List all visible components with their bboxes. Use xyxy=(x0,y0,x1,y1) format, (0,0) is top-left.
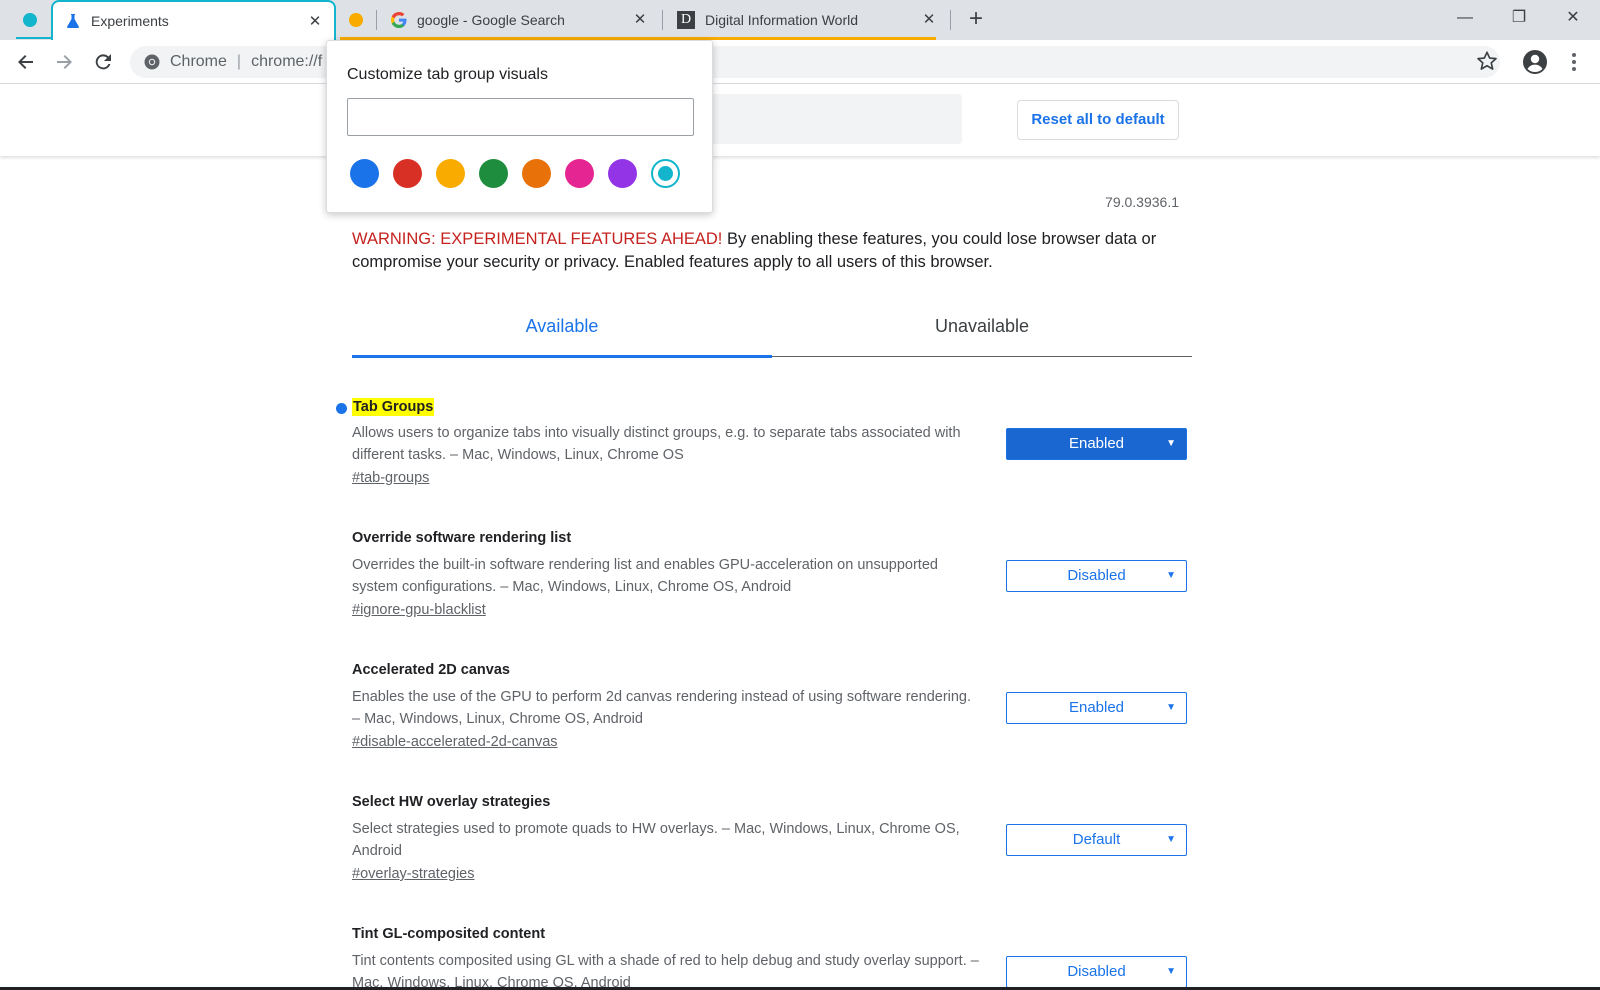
group-name-input[interactable] xyxy=(347,98,694,136)
window-close-button[interactable]: ✕ xyxy=(1558,6,1588,30)
flag-tint-gl-composited: Tint GL-composited content Tint contents… xyxy=(352,926,1192,987)
close-tab-icon[interactable]: ✕ xyxy=(631,11,649,29)
google-g-icon xyxy=(391,12,407,28)
flag-description: Tint contents composited using GL with a… xyxy=(352,953,979,987)
color-swatch-pink[interactable] xyxy=(565,159,594,188)
flags-header: Reset all to default xyxy=(0,84,1600,156)
flag-state-select[interactable]: Enabled ▼ xyxy=(1006,692,1187,724)
flag-description: Allows users to organize tabs into visua… xyxy=(352,425,961,463)
omnibox-url[interactable]: chrome://f xyxy=(251,53,322,71)
flask-icon xyxy=(67,14,79,28)
tab-experiments[interactable]: Experiments ✕ xyxy=(51,0,336,40)
tab-title: Digital Information World xyxy=(705,12,859,28)
popup-title: Customize tab group visuals xyxy=(347,66,548,83)
color-swatch-yellow[interactable] xyxy=(436,159,465,188)
flag-name: Override software rendering list xyxy=(352,530,572,546)
flag-name: Tint GL-composited content xyxy=(352,926,546,942)
tab-unavailable[interactable]: Unavailable xyxy=(772,316,1192,337)
flag-name: Accelerated 2D canvas xyxy=(352,662,510,678)
flag-anchor-link[interactable]: #disable-accelerated-2d-canvas xyxy=(352,734,558,750)
flag-state-select[interactable]: Disabled ▼ xyxy=(1006,956,1187,987)
close-tab-icon[interactable]: ✕ xyxy=(920,11,938,29)
tab-group-underline-cyan xyxy=(16,37,52,39)
more-menu-icon[interactable] xyxy=(1566,50,1582,74)
profile-avatar-icon[interactable] xyxy=(1522,49,1548,75)
tab-separator xyxy=(950,10,951,30)
tab-strip: Experiments ✕ google - Google Search ✕ D… xyxy=(0,0,1600,40)
tab-group-dot-cyan[interactable] xyxy=(23,13,37,27)
select-value: Disabled xyxy=(1067,567,1126,584)
flag-hw-overlay-strategies: Select HW overlay strategies Select stra… xyxy=(352,794,1192,904)
bookmark-star-icon[interactable] xyxy=(1476,50,1498,72)
flag-name: Tab Groups xyxy=(352,398,435,416)
new-tab-button[interactable]: + xyxy=(964,7,988,32)
flag-accelerated-2d-canvas: Accelerated 2D canvas Enables the use of… xyxy=(352,662,1192,772)
tab-available[interactable]: Available xyxy=(352,316,772,337)
select-value: Disabled xyxy=(1067,963,1126,980)
flag-tab-groups: Tab Groups Allows users to organize tabs… xyxy=(352,398,1192,508)
flag-state-select[interactable]: Enabled ▼ xyxy=(1006,428,1187,460)
letter-d-icon: D xyxy=(677,11,695,29)
flags-tabs: Available Unavailable xyxy=(352,300,1192,358)
tab-digital-information-world[interactable]: D Digital Information World ✕ xyxy=(663,0,948,40)
color-swatch-blue[interactable] xyxy=(350,159,379,188)
tab-group-editor-popup: Customize tab group visuals xyxy=(326,40,713,213)
close-tab-icon[interactable]: ✕ xyxy=(306,13,324,31)
select-value: Enabled xyxy=(1068,435,1125,452)
select-value: Default xyxy=(1072,831,1121,848)
flag-override-software-rendering: Override software rendering list Overrid… xyxy=(352,530,1192,640)
color-swatch-green[interactable] xyxy=(479,159,508,188)
tab-title: Experiments xyxy=(91,13,169,29)
flag-anchor-link[interactable]: #tab-groups xyxy=(352,470,429,486)
browser-toolbar: Chrome | chrome://f xyxy=(0,40,1600,84)
flag-description: Select strategies used to promote quads … xyxy=(352,821,960,859)
flag-anchor-link[interactable]: #ignore-gpu-blacklist xyxy=(352,602,486,618)
chevron-down-icon: ▼ xyxy=(1166,570,1176,581)
modified-flag-dot xyxy=(336,403,347,414)
chevron-down-icon: ▼ xyxy=(1166,834,1176,845)
warning-message: WARNING: EXPERIMENTAL FEATURES AHEAD! By… xyxy=(352,228,1172,274)
active-tab-indicator xyxy=(352,355,772,358)
flag-state-select[interactable]: Default ▼ xyxy=(1006,824,1187,856)
chevron-down-icon: ▼ xyxy=(1166,438,1176,449)
arrow-right-icon xyxy=(57,55,72,69)
color-swatch-purple[interactable] xyxy=(608,159,637,188)
reset-all-button[interactable]: Reset all to default xyxy=(1017,100,1179,140)
chevron-down-icon: ▼ xyxy=(1166,702,1176,713)
color-swatch-orange[interactable] xyxy=(522,159,551,188)
flag-name: Select HW overlay strategies xyxy=(352,794,551,810)
chrome-version: 79.0.3936.1 xyxy=(1105,194,1179,210)
maximize-button[interactable]: ❐ xyxy=(1504,6,1534,30)
flag-description: Overrides the built-in software renderin… xyxy=(352,557,938,595)
reload-button[interactable] xyxy=(91,50,115,74)
tab-google-search[interactable]: google - Google Search ✕ xyxy=(377,0,659,40)
tab-group-dot-yellow[interactable] xyxy=(349,13,363,27)
omnibox-separator: | xyxy=(236,53,242,70)
warning-strong: WARNING: EXPERIMENTAL FEATURES AHEAD! xyxy=(352,230,723,248)
flag-anchor-link[interactable]: #overlay-strategies xyxy=(352,866,475,882)
minimize-button[interactable]: — xyxy=(1450,6,1480,30)
reload-icon xyxy=(95,54,111,70)
omnibox-chip-label: Chrome xyxy=(170,53,227,70)
tab-title: google - Google Search xyxy=(417,12,565,28)
color-swatch-red[interactable] xyxy=(393,159,422,188)
flag-state-select[interactable]: Disabled ▼ xyxy=(1006,560,1187,592)
back-button[interactable] xyxy=(14,50,38,74)
color-swatch-cyan[interactable] xyxy=(651,159,680,188)
chrome-logo-icon xyxy=(144,54,160,70)
arrow-left-icon xyxy=(18,55,33,69)
forward-button[interactable] xyxy=(52,50,76,74)
chevron-down-icon: ▼ xyxy=(1166,966,1176,977)
select-value: Enabled xyxy=(1068,699,1125,716)
flag-description: Enables the use of the GPU to perform 2d… xyxy=(352,689,972,727)
